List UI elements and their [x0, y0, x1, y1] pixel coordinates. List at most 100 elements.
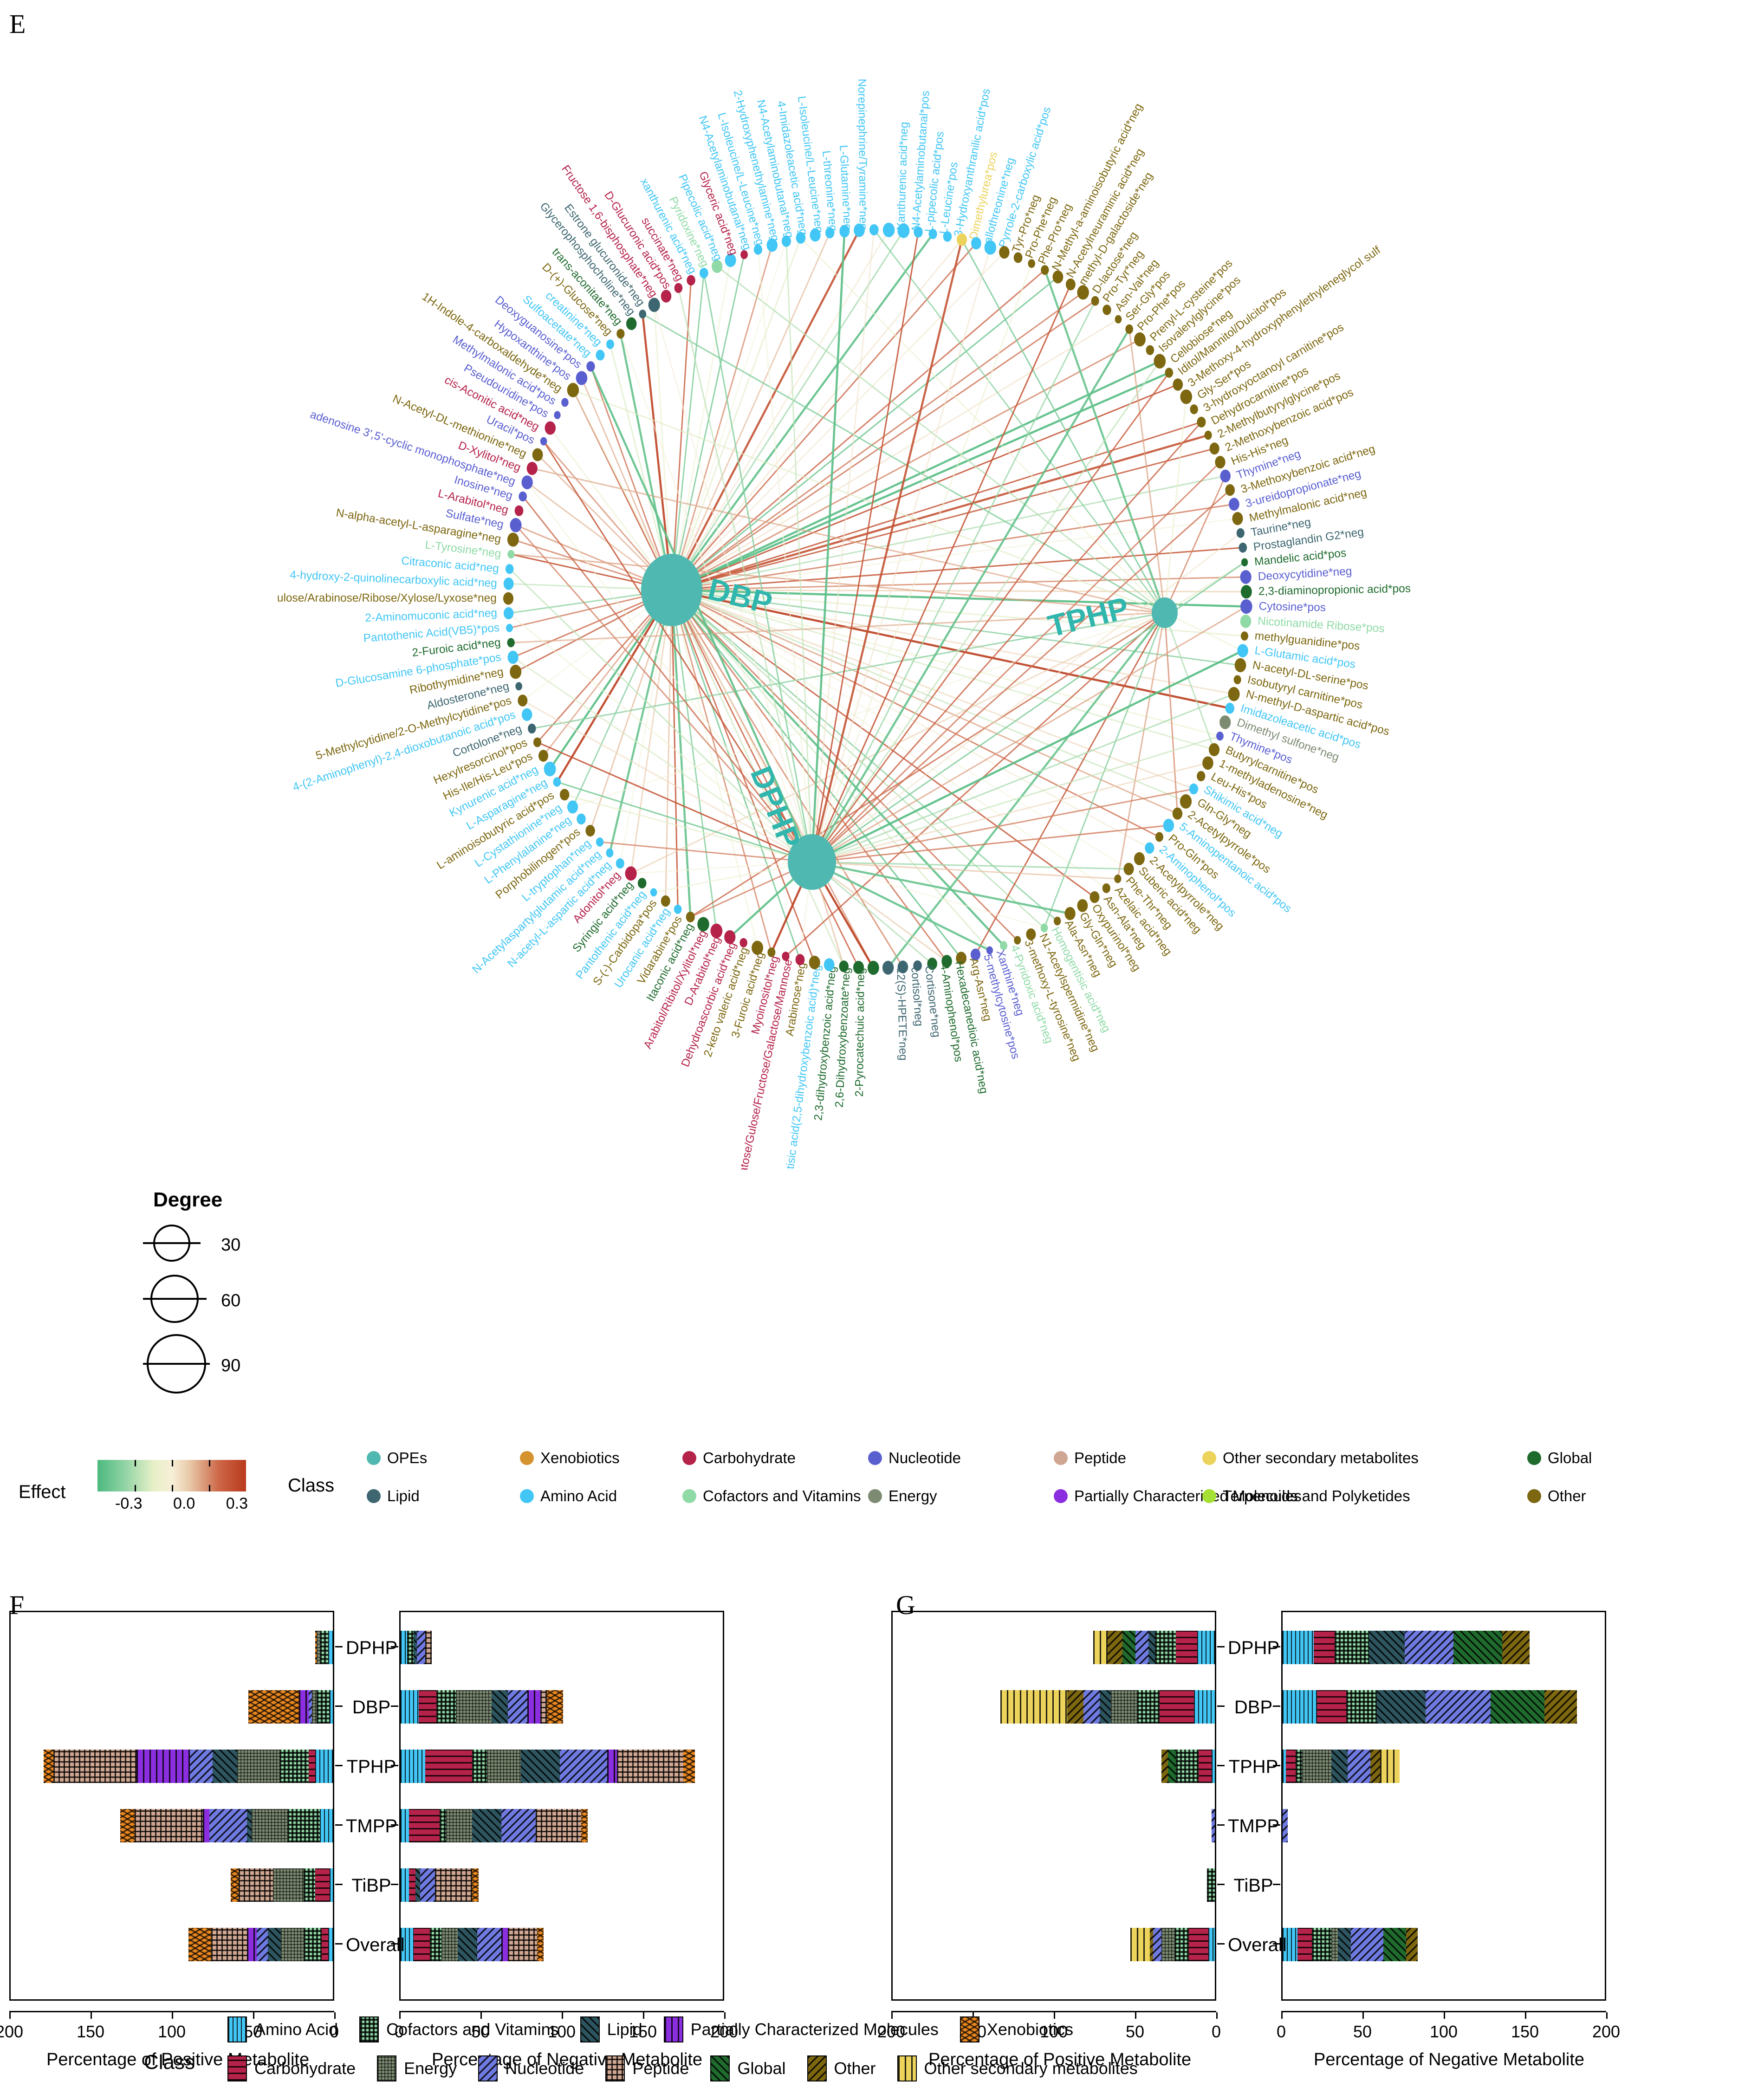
metabolite-node[interactable] — [1163, 818, 1174, 832]
metabolite-node[interactable] — [1234, 658, 1246, 673]
bar-row[interactable] — [401, 1690, 563, 1724]
metabolite-node[interactable] — [914, 226, 923, 238]
metabolite-node[interactable] — [585, 825, 595, 837]
metabolite-node[interactable] — [1204, 430, 1212, 440]
bar-row[interactable] — [1283, 1928, 1418, 1961]
metabolite-node[interactable] — [518, 694, 528, 707]
metabolite-node[interactable] — [1115, 315, 1122, 324]
metabolite-node[interactable] — [928, 228, 937, 240]
metabolite-node[interactable] — [1180, 389, 1193, 404]
metabolite-node[interactable] — [697, 917, 709, 932]
metabolite-node[interactable] — [1220, 469, 1231, 483]
metabolite-node[interactable] — [639, 310, 647, 319]
metabolite-node[interactable] — [809, 955, 820, 970]
metabolite-node[interactable] — [869, 224, 879, 236]
bar-row[interactable] — [1093, 1631, 1215, 1664]
metabolite-node[interactable] — [674, 283, 683, 293]
metabolite-node[interactable] — [540, 437, 547, 446]
metabolite-node[interactable] — [521, 708, 532, 721]
metabolite-node[interactable] — [867, 960, 879, 975]
bar-row[interactable] — [1000, 1690, 1215, 1724]
metabolite-node[interactable] — [1240, 599, 1252, 614]
metabolite-node[interactable] — [1102, 305, 1111, 315]
metabolite-node[interactable] — [507, 532, 519, 547]
metabolite-node[interactable] — [519, 491, 527, 502]
metabolite-node[interactable] — [766, 238, 778, 252]
metabolite-node[interactable] — [724, 930, 736, 944]
metabolite-node[interactable] — [687, 275, 695, 286]
metabolite-node[interactable] — [710, 923, 723, 939]
metabolite-node[interactable] — [1052, 270, 1064, 284]
metabolite-node[interactable] — [1239, 542, 1247, 553]
metabolite-node[interactable] — [1216, 732, 1224, 741]
metabolite-node[interactable] — [559, 789, 570, 801]
metabolite-node[interactable] — [532, 448, 543, 461]
metabolite-node[interactable] — [1209, 442, 1219, 455]
metabolite-node[interactable] — [1233, 675, 1241, 685]
metabolite-node[interactable] — [510, 518, 522, 532]
metabolite-node[interactable] — [606, 339, 614, 349]
metabolite-node[interactable] — [637, 878, 647, 888]
metabolite-node[interactable] — [503, 607, 514, 620]
bar-row[interactable] — [120, 1809, 333, 1842]
metabolite-node[interactable] — [897, 223, 910, 238]
metabolite-node[interactable] — [839, 960, 849, 972]
metabolite-node[interactable] — [553, 777, 561, 787]
metabolite-node[interactable] — [1146, 345, 1154, 355]
metabolite-node[interactable] — [1240, 631, 1249, 641]
metabolite-node[interactable] — [616, 329, 625, 339]
metabolite-node[interactable] — [514, 505, 524, 516]
metabolite-node[interactable] — [648, 298, 660, 312]
metabolite-node[interactable] — [1215, 456, 1226, 469]
metabolite-node[interactable] — [577, 813, 586, 825]
metabolite-node[interactable] — [1053, 916, 1061, 926]
metabolite-node[interactable] — [507, 638, 515, 648]
metabolite-node[interactable] — [795, 954, 805, 966]
metabolite-node[interactable] — [1232, 512, 1243, 525]
bar-row[interactable] — [401, 1809, 588, 1842]
bar-row[interactable] — [188, 1928, 333, 1961]
metabolite-node[interactable] — [528, 723, 536, 734]
metabolite-node[interactable] — [674, 904, 682, 914]
bar-row[interactable] — [248, 1690, 333, 1724]
metabolite-node[interactable] — [503, 592, 514, 605]
metabolite-node[interactable] — [1189, 783, 1199, 795]
metabolite-node[interactable] — [1114, 874, 1122, 883]
metabolite-node[interactable] — [1155, 832, 1163, 842]
metabolite-node[interactable] — [752, 940, 764, 955]
metabolite-node[interactable] — [1145, 842, 1154, 854]
metabolite-node[interactable] — [1154, 354, 1166, 369]
metabolite-node[interactable] — [1102, 883, 1110, 893]
metabolite-node[interactable] — [1077, 285, 1089, 300]
metabolite-node[interactable] — [538, 750, 549, 762]
metabolite-node[interactable] — [650, 888, 657, 897]
metabolite-node[interactable] — [999, 246, 1010, 259]
metabolite-node[interactable] — [521, 475, 533, 489]
metabolite-node[interactable] — [503, 577, 514, 590]
metabolite-node[interactable] — [1208, 743, 1220, 757]
metabolite-node[interactable] — [971, 237, 981, 250]
metabolite-node[interactable] — [1134, 332, 1146, 347]
metabolite-node[interactable] — [1065, 278, 1076, 291]
metabolite-node[interactable] — [1165, 368, 1174, 378]
metabolite-node[interactable] — [1240, 570, 1252, 584]
metabolite-node[interactable] — [554, 411, 561, 419]
bar-row[interactable] — [1161, 1750, 1215, 1783]
bar-row[interactable] — [44, 1750, 333, 1783]
metabolite-node[interactable] — [739, 938, 747, 947]
metabolite-node[interactable] — [824, 958, 835, 972]
bar-row[interactable] — [230, 1868, 333, 1902]
metabolite-node[interactable] — [505, 564, 514, 574]
metabolite-node[interactable] — [1225, 484, 1235, 496]
metabolite-node[interactable] — [943, 231, 952, 242]
metabolite-node[interactable] — [1180, 794, 1192, 809]
ope-hub-node[interactable] — [1152, 597, 1178, 628]
metabolite-node[interactable] — [1172, 807, 1183, 820]
bar-row[interactable] — [401, 1631, 432, 1664]
metabolite-node[interactable] — [596, 837, 604, 847]
metabolite-node[interactable] — [1228, 687, 1240, 701]
bar-row[interactable] — [1283, 1690, 1577, 1724]
metabolite-node[interactable] — [1197, 771, 1206, 782]
metabolite-node[interactable] — [567, 800, 578, 814]
metabolite-node[interactable] — [882, 960, 894, 975]
